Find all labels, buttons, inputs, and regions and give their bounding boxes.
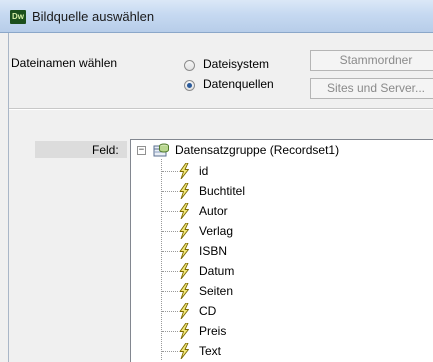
separator (9, 108, 433, 110)
dynamic-field-bolt-icon (177, 182, 191, 200)
window-title: Bildquelle auswählen (32, 9, 155, 24)
field-tree[interactable]: − Datensatzgruppe (Recordset1) id Buchtit… (130, 139, 433, 362)
tree-item[interactable]: Seiten (131, 281, 431, 301)
tree-item[interactable]: Preis (131, 321, 431, 341)
dynamic-field-bolt-icon (177, 342, 191, 360)
tree-item[interactable]: Autor (131, 201, 431, 221)
dynamic-field-bolt-icon (177, 322, 191, 340)
collapse-icon[interactable]: − (137, 146, 146, 155)
dynamic-field-bolt-icon (177, 282, 191, 300)
field-label: Feld: (92, 143, 119, 157)
dialog-body: Dateinamen wählen Dateisystem Datenquell… (8, 33, 433, 362)
tree-connector (162, 311, 178, 312)
tree-item-label: Text (199, 344, 222, 358)
tree-item-label: Preis (199, 324, 227, 338)
dreamweaver-logo-icon: Dw (10, 10, 26, 24)
radio-filesystem[interactable] (184, 60, 195, 71)
dynamic-field-bolt-icon (177, 222, 191, 240)
tree-connector (162, 171, 178, 172)
dynamic-field-bolt-icon (177, 242, 191, 260)
tree-root-recordset[interactable]: Datensatzgruppe (Recordset1) (175, 143, 339, 157)
tree-connector (162, 231, 178, 232)
tree-connector (162, 291, 178, 292)
tree-connector (162, 331, 178, 332)
radio-datasources[interactable] (184, 80, 195, 91)
tree-item-label: Autor (199, 204, 228, 218)
tree-connector (162, 351, 178, 352)
tree-item-label: ISBN (199, 244, 228, 258)
tree-item-label: id (199, 164, 209, 178)
radio-filesystem-label[interactable]: Dateisystem (203, 57, 269, 71)
tree-item-label: Buchtitel (199, 184, 246, 198)
sites-and-servers-button[interactable]: Sites und Server... (310, 78, 433, 99)
dynamic-field-bolt-icon (177, 302, 191, 320)
tree-item[interactable]: Verlag (131, 221, 431, 241)
recordset-icon (153, 143, 169, 157)
tree-connector (162, 251, 178, 252)
tree-item-label: CD (199, 304, 217, 318)
root-folder-button[interactable]: Stammordner (310, 50, 433, 71)
tree-item[interactable]: CD (131, 301, 431, 321)
dynamic-field-bolt-icon (177, 202, 191, 220)
dynamic-field-bolt-icon (177, 162, 191, 180)
tree-connector (162, 191, 178, 192)
tree-item-label: Datum (199, 264, 235, 278)
tree-item-label: Seiten (199, 284, 234, 298)
tree-item-label: Verlag (199, 224, 234, 238)
filename-source-label: Dateinamen wählen (11, 56, 118, 70)
radio-datasources-label[interactable]: Datenquellen (203, 77, 274, 91)
tree-item[interactable]: Datum (131, 261, 431, 281)
tree-connector (162, 271, 178, 272)
tree-item[interactable]: ISBN (131, 241, 431, 261)
dynamic-field-bolt-icon (177, 262, 191, 280)
title-bar: Dw Bildquelle auswählen (0, 0, 433, 33)
tree-item[interactable]: Buchtitel (131, 181, 431, 201)
tree-item[interactable]: Text (131, 341, 431, 361)
tree-connector (162, 211, 178, 212)
tree-item[interactable]: id (131, 161, 431, 181)
